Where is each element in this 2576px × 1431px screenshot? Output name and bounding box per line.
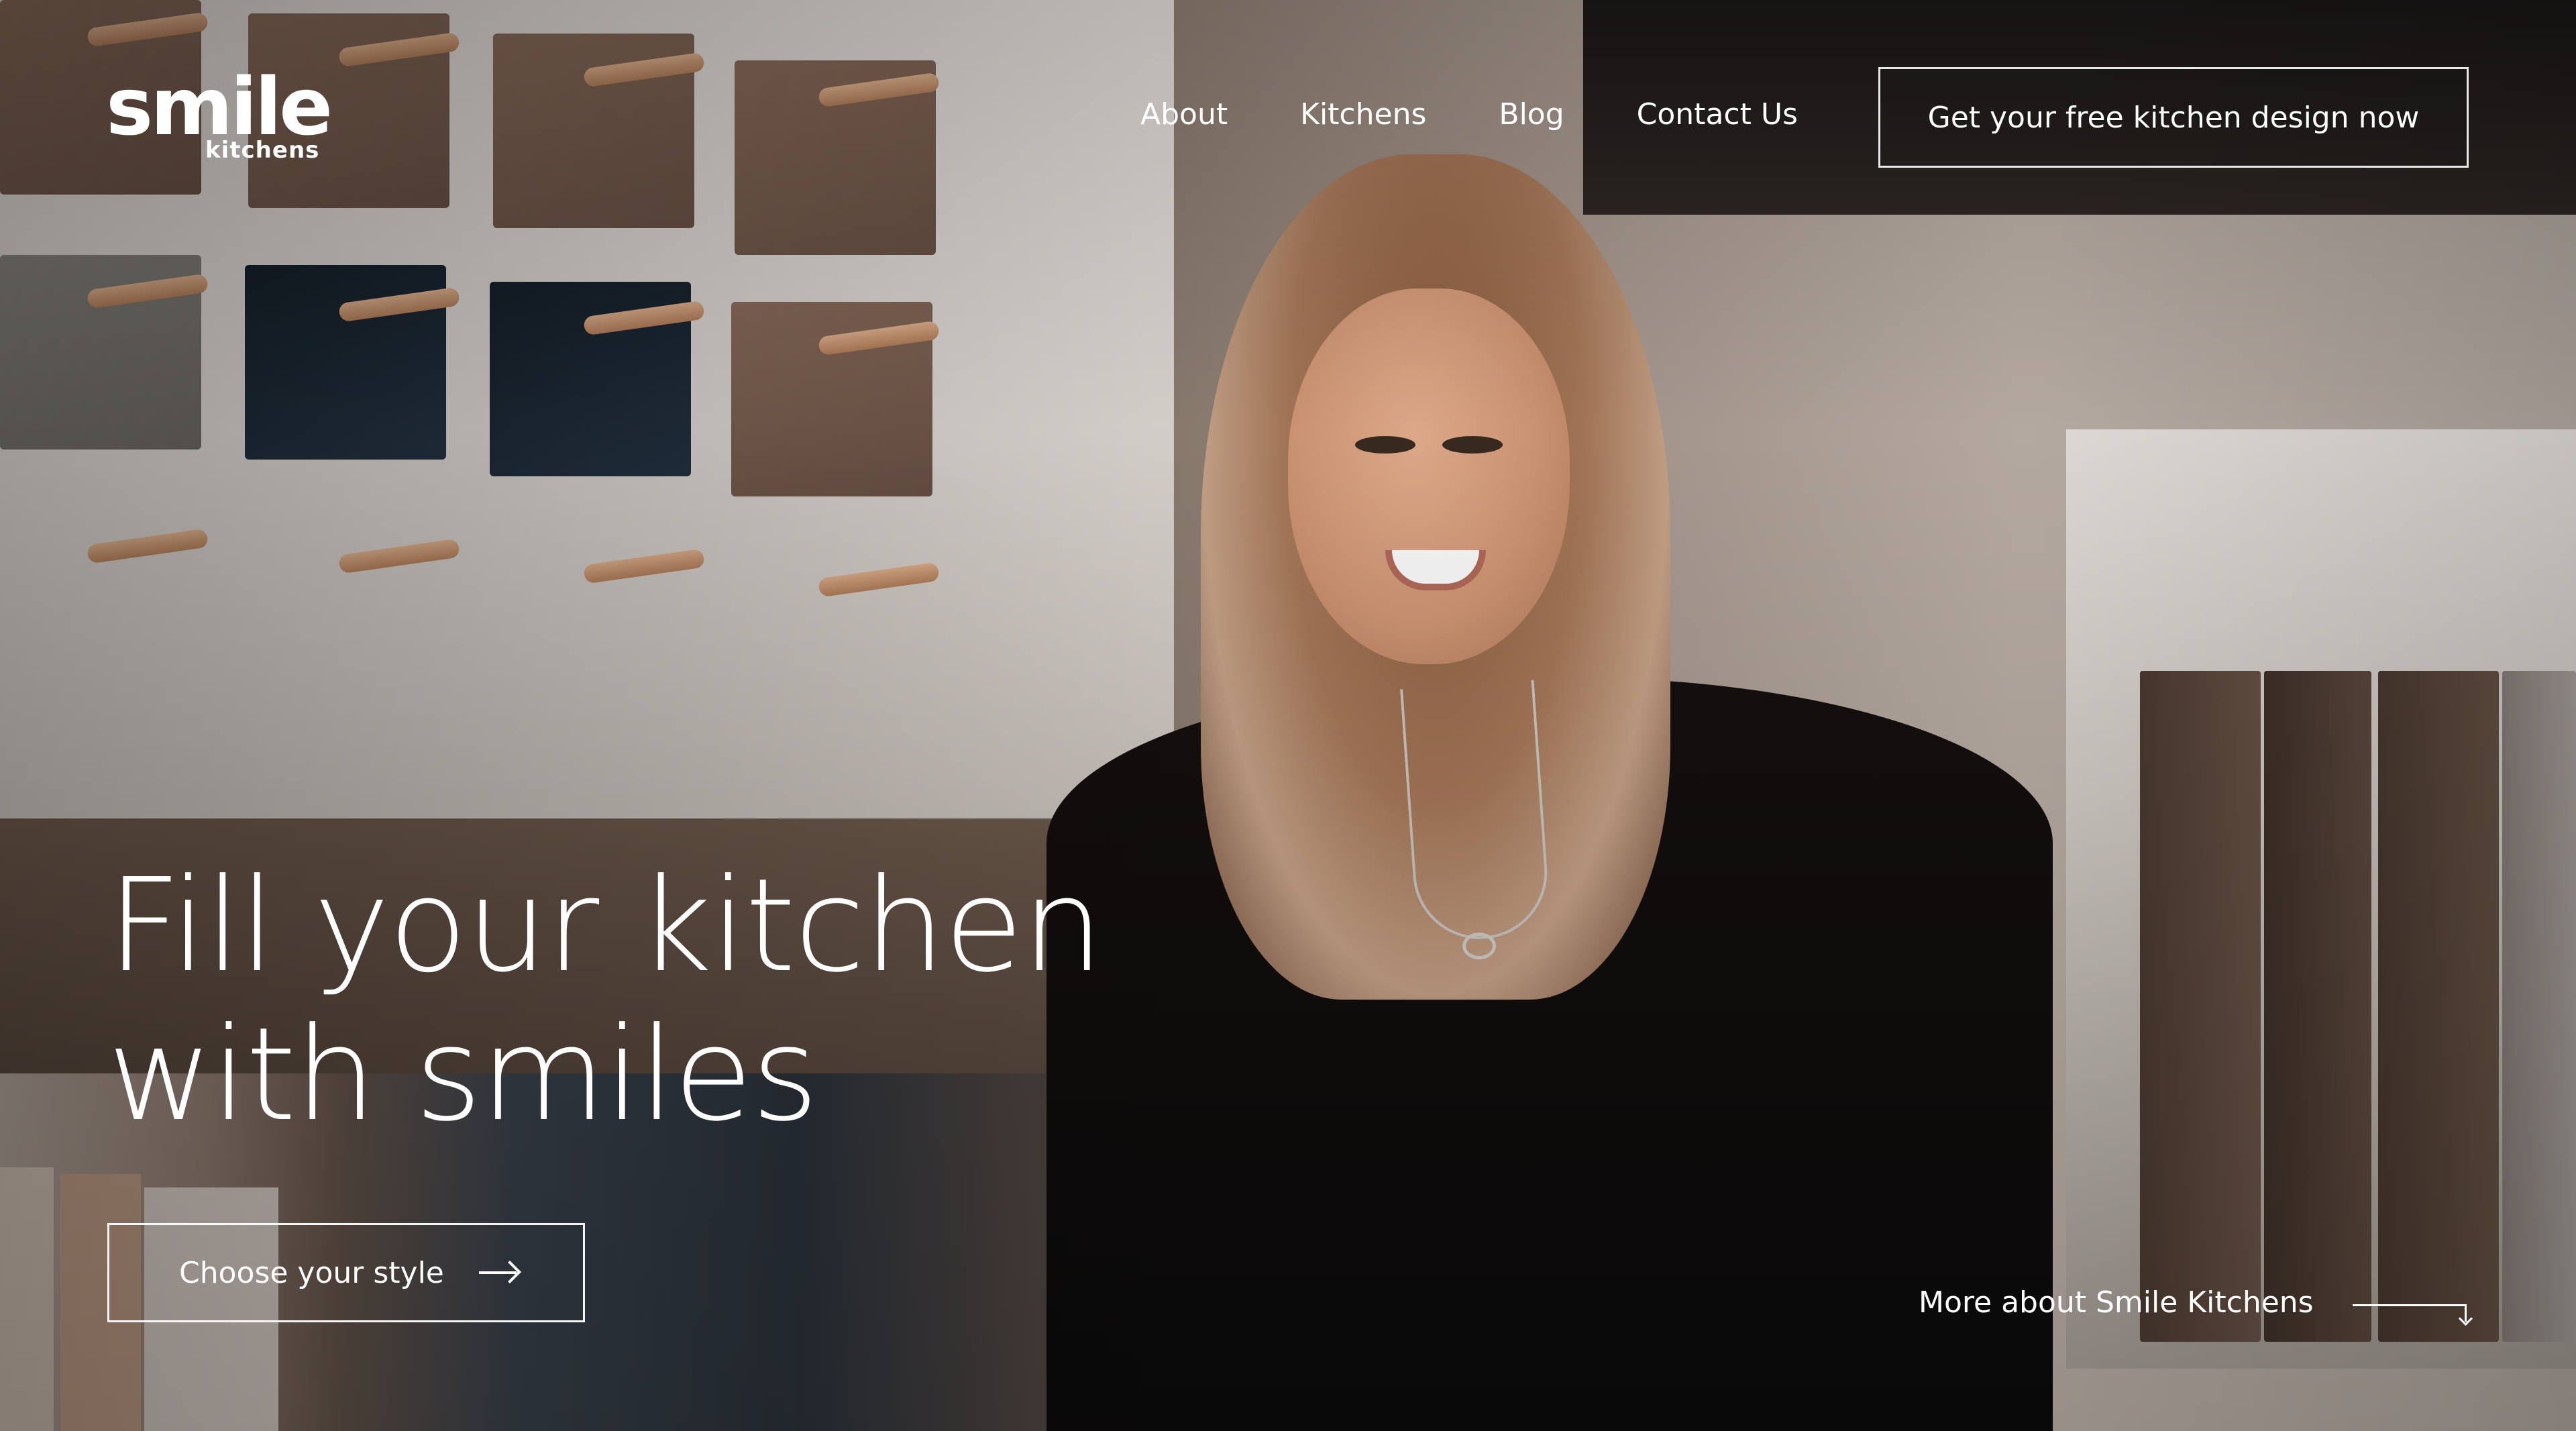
main-nav: About Kitchens Blog Contact Us xyxy=(1140,94,1798,134)
hero-title: Fill your kitchen with smiles xyxy=(107,852,1181,1150)
nav-link-about[interactable]: About xyxy=(1140,97,1228,131)
nav-link-contact[interactable]: Contact Us xyxy=(1637,97,1798,131)
logo-wordmark: smile xyxy=(106,60,333,153)
bg-overlay xyxy=(0,0,2576,1431)
hero-background-photo xyxy=(0,0,2576,1431)
site-logo[interactable]: smile kitchens xyxy=(106,67,333,168)
logo-subtext: kitchens xyxy=(205,137,320,164)
free-design-button[interactable]: Get your free kitchen design now xyxy=(1878,67,2469,168)
choose-style-label: Choose your style xyxy=(179,1255,444,1290)
choose-style-button[interactable]: Choose your style xyxy=(107,1223,585,1322)
nav-link-kitchens[interactable]: Kitchens xyxy=(1300,97,1426,131)
nav-link-blog[interactable]: Blog xyxy=(1499,97,1564,131)
arrow-down-right-icon xyxy=(2352,1304,2467,1322)
arrow-right-icon xyxy=(478,1271,517,1274)
hero-title-line-2: with smiles xyxy=(107,1000,818,1150)
more-about-label: More about Smile Kitchens xyxy=(1919,1285,2314,1320)
hero-title-line-1: Fill your kitchen xyxy=(107,851,1104,1001)
more-about-link[interactable]: More about Smile Kitchens xyxy=(1919,1285,2467,1322)
